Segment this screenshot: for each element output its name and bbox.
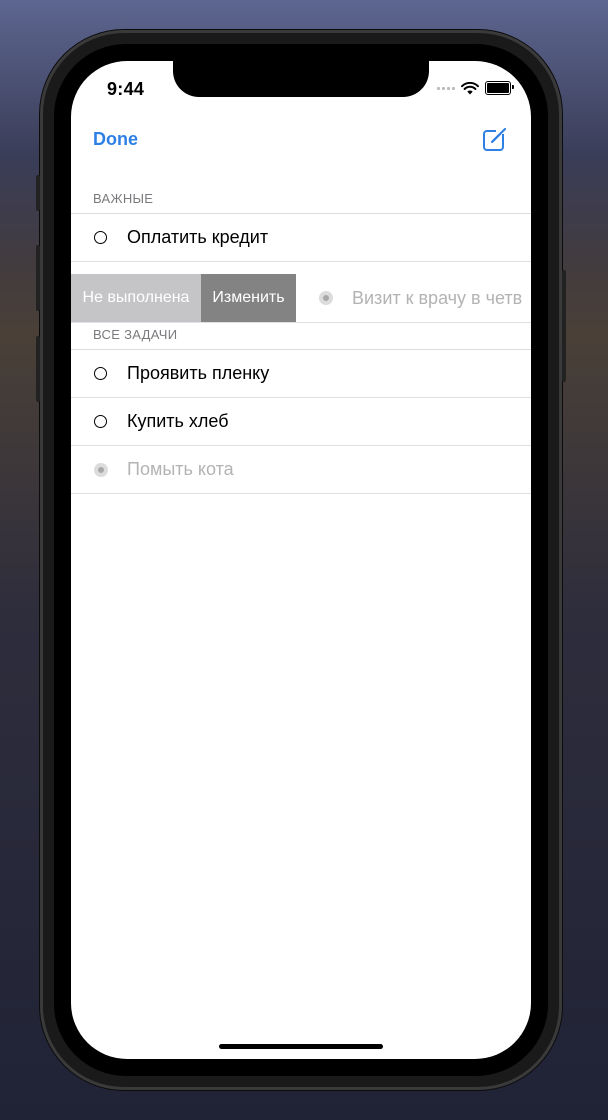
list-item[interactable]: Визит к врачу в четв [296, 274, 531, 322]
list-item[interactable]: Помыть кота [71, 446, 531, 494]
checkbox-empty-icon[interactable] [94, 415, 107, 428]
task-title: Помыть кота [127, 459, 234, 479]
done-button[interactable]: Done [93, 129, 138, 150]
signal-icon [437, 86, 455, 90]
status-icons [437, 81, 514, 95]
list-item[interactable]: Оплатить кредит [71, 214, 531, 262]
list-item[interactable]: Проявить пленку [71, 350, 531, 398]
status-time: 9:44 [107, 79, 145, 99]
checkbox-checked-icon[interactable] [319, 291, 333, 305]
task-title: Визит к врачу в четв [352, 288, 523, 308]
navigation-bar: Done [71, 121, 531, 161]
task-title: Проявить пленку [127, 363, 270, 383]
phone-frame: 9:44 Done ВАЖНЫЕ Оплатить кредит Не выпо… [36, 30, 566, 1090]
volume-up-button [36, 245, 40, 311]
swiped-row[interactable]: Не выполнена Изменить Визит к врачу в че… [71, 274, 531, 323]
checkbox-checked-icon[interactable] [94, 463, 108, 477]
notch [173, 61, 429, 97]
checkbox-empty-icon[interactable] [94, 367, 107, 380]
task-title: Оплатить кредит [127, 227, 269, 247]
section-header-important: ВАЖНЫЕ [93, 191, 154, 206]
power-button [562, 270, 566, 382]
edit-button[interactable]: Изменить [201, 274, 296, 322]
volume-down-button [36, 336, 40, 402]
battery-icon [485, 81, 514, 95]
phone-bezel: 9:44 Done ВАЖНЫЕ Оплатить кредит Не выпо… [54, 44, 548, 1076]
silent-switch [36, 175, 40, 211]
screen: 9:44 Done ВАЖНЫЕ Оплатить кредит Не выпо… [71, 61, 531, 1059]
compose-icon[interactable] [482, 126, 508, 152]
home-indicator[interactable] [219, 1044, 383, 1049]
section-header-all-tasks: ВСЕ ЗАДАЧИ [93, 327, 178, 342]
checkbox-empty-icon[interactable] [94, 231, 107, 244]
task-title: Купить хлеб [127, 411, 229, 431]
wifi-icon [461, 81, 479, 94]
list-item[interactable]: Купить хлеб [71, 398, 531, 446]
mark-undone-button[interactable]: Не выполнена [71, 274, 201, 322]
